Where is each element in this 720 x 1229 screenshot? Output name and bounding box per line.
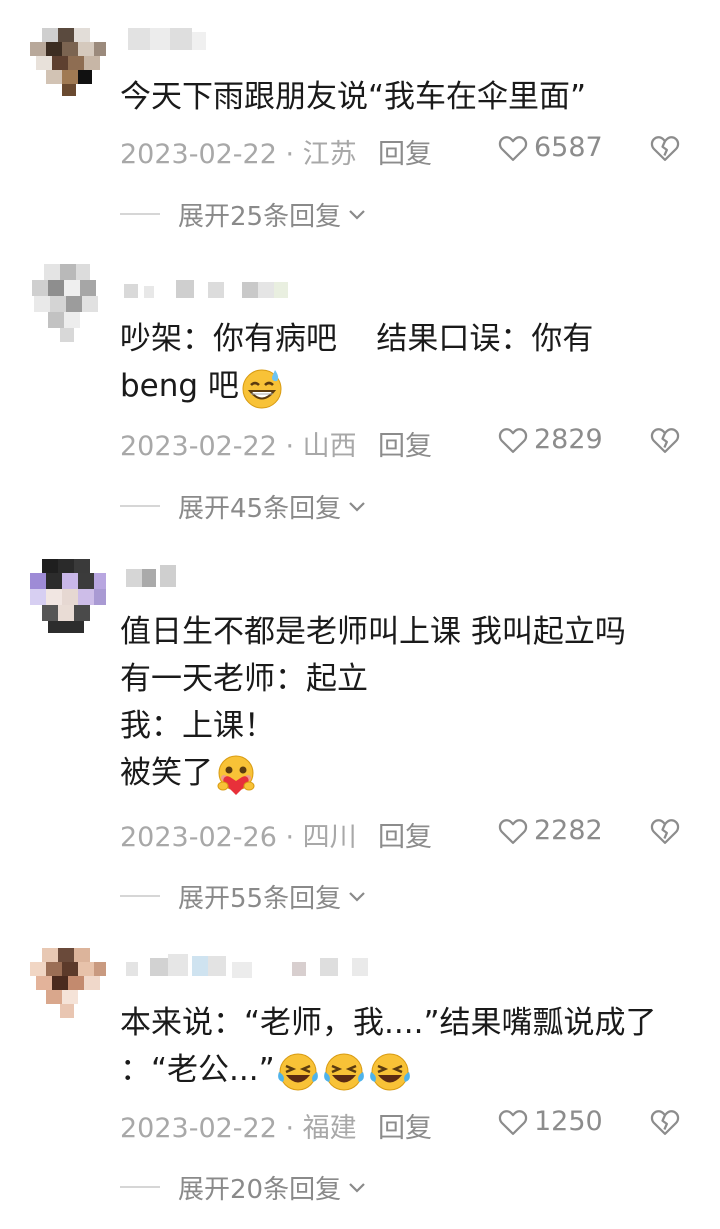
comment-line-with-emoji: ：“老公...” <box>120 1047 700 1094</box>
comment-meta: 2023-02-22 · 山西 回复 2829 <box>120 424 690 464</box>
comment-location: 四川 <box>302 822 357 853</box>
dislike-button[interactable] <box>650 134 680 169</box>
avatar[interactable] <box>28 264 108 342</box>
comment-date-location: 2023-02-26 · 四川 <box>120 815 357 854</box>
comment-text: 吵架：你有病吧 结果口误：你有 beng 吧 <box>120 316 700 410</box>
dislike-button[interactable] <box>650 426 680 461</box>
heart-outline-icon <box>498 1109 528 1135</box>
laughing-tears-emoji-icon <box>323 1053 364 1090</box>
like-count: 2282 <box>534 815 603 846</box>
reply-button[interactable]: 回复 <box>378 815 432 854</box>
like-count: 2829 <box>534 424 603 455</box>
username-blurred[interactable] <box>120 276 300 302</box>
comment-date: 2023-02-26 <box>120 822 277 853</box>
dislike-button[interactable] <box>650 1108 680 1143</box>
meta-separator: · <box>276 139 303 170</box>
comment-location: 山西 <box>302 431 357 462</box>
expand-replies-label: 展开25条回复 <box>178 201 342 232</box>
dislike-button[interactable] <box>650 817 680 852</box>
comment-date-location: 2023-02-22 · 山西 <box>120 424 357 463</box>
comment-meta: 2023-02-22 · 江苏 回复 6587 <box>120 132 690 172</box>
comment-date-location: 2023-02-22 · 江苏 <box>120 132 357 171</box>
laughing-tears-emoji-icon <box>369 1053 410 1090</box>
comment-line-with-emoji: 被笑了 <box>120 750 700 797</box>
laughing-tears-emoji-icon <box>277 1053 318 1090</box>
broken-heart-icon <box>650 428 680 453</box>
divider <box>120 213 160 215</box>
hugging-heart-emoji-icon <box>217 755 255 795</box>
divider <box>120 505 160 507</box>
comment-line: 有一天老师：起立 <box>120 661 368 697</box>
comment-line: 值日生不都是老师叫上课 我叫起立吗 <box>120 614 626 650</box>
expand-replies[interactable]: 展开20条回复 <box>120 1170 367 1205</box>
meta-separator: · <box>276 822 303 853</box>
heart-outline-icon <box>498 818 528 844</box>
reply-button[interactable]: 回复 <box>378 1106 432 1145</box>
comment-line: 被笑了 <box>120 755 213 791</box>
meta-separator: · <box>276 1113 303 1144</box>
like-button[interactable]: 2282 <box>498 815 603 846</box>
like-button[interactable]: 6587 <box>498 132 603 163</box>
chevron-down-icon <box>349 210 365 220</box>
grinning-sweat-emoji-icon <box>242 369 282 408</box>
divider <box>120 895 160 897</box>
comment-meta: 2023-02-22 · 福建 回复 1250 <box>120 1106 690 1146</box>
comment-location: 福建 <box>302 1113 357 1144</box>
chevron-down-icon <box>349 1183 365 1193</box>
like-count: 1250 <box>534 1106 603 1137</box>
comment-meta: 2023-02-26 · 四川 回复 2282 <box>120 815 690 855</box>
comment-text: 值日生不都是老师叫上课 我叫起立吗 有一天老师：起立 我：上课！ 被笑了 <box>120 609 700 797</box>
username-blurred[interactable] <box>120 563 190 589</box>
comment-text: 本来说：“老师，我....”结果嘴瓢说成了 ：“老公...” <box>120 1000 700 1094</box>
comment-line: 吵架：你有病吧 结果口误：你有 <box>120 321 594 357</box>
avatar[interactable] <box>28 948 108 1018</box>
comment-line: 今天下雨跟朋友说“我车在伞里面” <box>120 79 587 115</box>
meta-separator: · <box>276 431 303 462</box>
comment-line-with-emoji: beng 吧 <box>120 363 700 410</box>
comment-date: 2023-02-22 <box>120 1113 277 1144</box>
comment-text: 今天下雨跟朋友说“我车在伞里面” <box>120 74 700 121</box>
like-button[interactable]: 2829 <box>498 424 603 455</box>
broken-heart-icon <box>650 819 680 844</box>
avatar[interactable] <box>28 559 108 633</box>
expand-replies[interactable]: 展开25条回复 <box>120 197 367 232</box>
comment-line: 本来说：“老师，我....”结果嘴瓢说成了 <box>120 1005 657 1041</box>
like-count: 6587 <box>534 132 603 163</box>
expand-replies[interactable]: 展开55条回复 <box>120 879 367 914</box>
expand-replies-label: 展开55条回复 <box>178 883 342 914</box>
divider <box>120 1186 160 1188</box>
expand-replies-label: 展开20条回复 <box>178 1174 342 1205</box>
chevron-down-icon <box>349 892 365 902</box>
comment-line: ：“老公...” <box>120 1052 275 1088</box>
broken-heart-icon <box>650 1110 680 1135</box>
comment-date: 2023-02-22 <box>120 431 277 462</box>
chevron-down-icon <box>349 502 365 512</box>
broken-heart-icon <box>650 136 680 161</box>
comment-date-location: 2023-02-22 · 福建 <box>120 1106 357 1145</box>
like-button[interactable]: 1250 <box>498 1106 603 1137</box>
username-blurred[interactable] <box>120 26 230 52</box>
reply-button[interactable]: 回复 <box>378 132 432 171</box>
expand-replies[interactable]: 展开45条回复 <box>120 489 367 524</box>
avatar[interactable] <box>28 28 108 98</box>
expand-replies-label: 展开45条回复 <box>178 493 342 524</box>
comment-location: 江苏 <box>302 139 357 170</box>
reply-button[interactable]: 回复 <box>378 424 432 463</box>
username-blurred[interactable] <box>120 952 390 978</box>
heart-outline-icon <box>498 135 528 161</box>
comment-date: 2023-02-22 <box>120 139 277 170</box>
comment-line: beng 吧 <box>120 368 239 404</box>
heart-outline-icon <box>498 427 528 453</box>
comment-line: 我：上课！ <box>120 708 275 744</box>
